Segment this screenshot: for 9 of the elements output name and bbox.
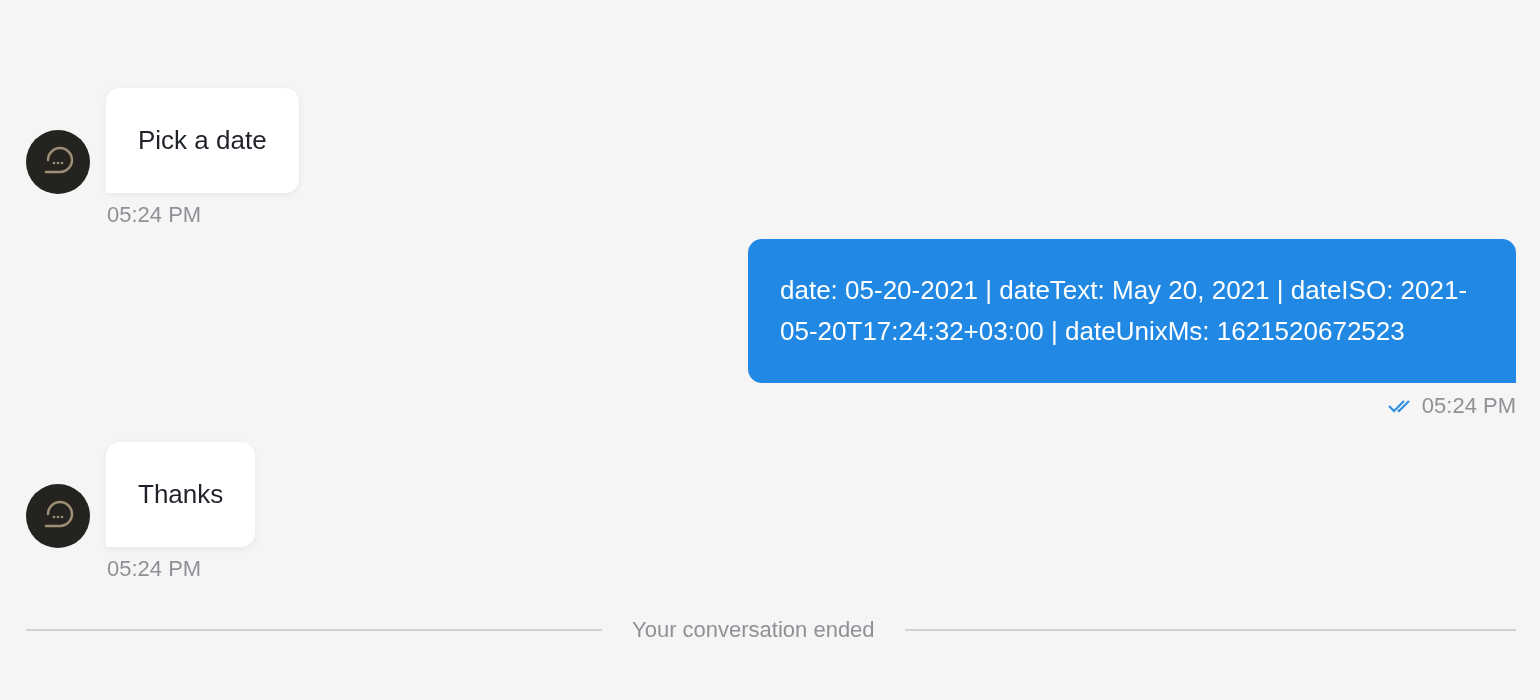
message-bubble: Pick a date: [106, 88, 299, 193]
message-bubble: date: 05-20-2021 | dateText: May 20, 2021 | dateISO: 2021-05-20T17:24:32+03:00 | dateUnixMs: 1621520672523: [748, 239, 1516, 383]
message-bubble: Thanks: [106, 442, 256, 547]
message-time: 05:24 PM: [107, 556, 203, 582]
message-time: 05:24 PM: [107, 202, 203, 228]
bot-avatar-icon: [26, 484, 90, 548]
message-time: 05:24 PM: [1421, 393, 1516, 419]
conversation-ended-text: Your conversation ended: [632, 617, 875, 643]
bot-avatar-icon: [26, 130, 90, 194]
